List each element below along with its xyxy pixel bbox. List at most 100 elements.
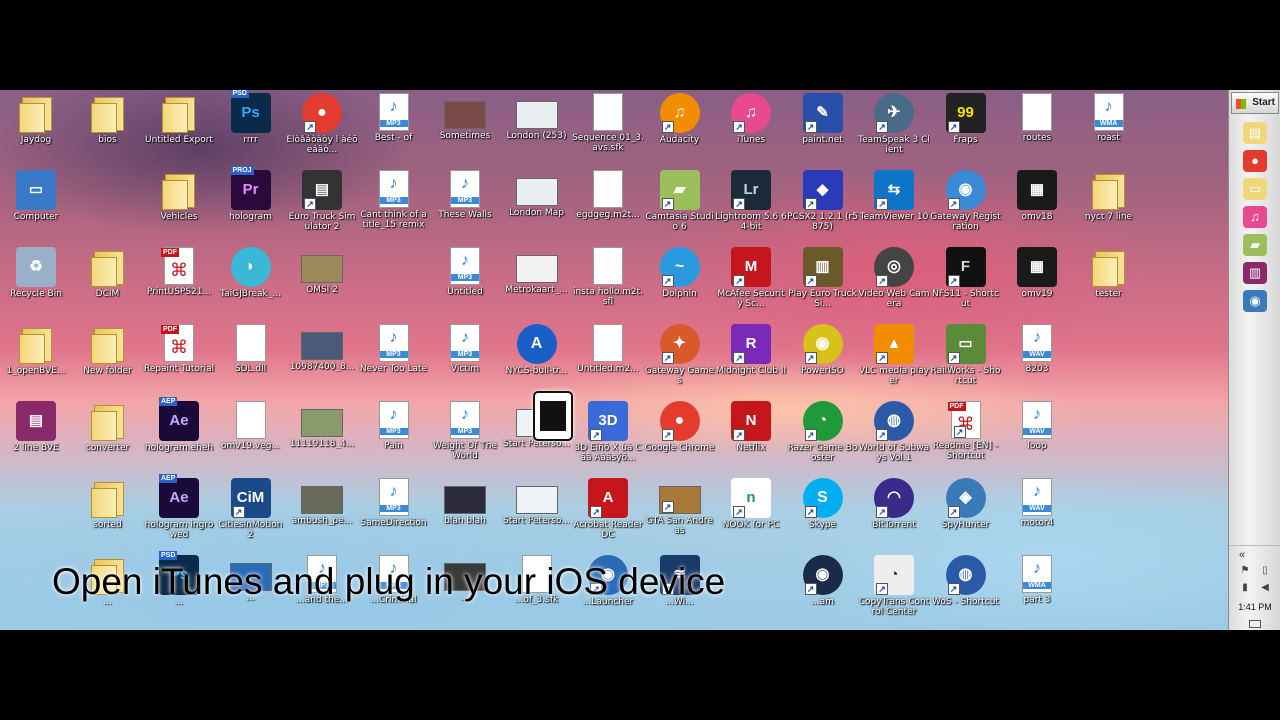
desktop-icon[interactable]: ● ↗ Google Chrome [644,401,716,477]
desktop-icon[interactable]: Sequence 01_3.avs.sfk [572,93,644,169]
desktop-icon[interactable]: ▦ omv18 [1001,170,1073,246]
power-icon[interactable]: ▯ [1259,565,1271,577]
desktop-icon[interactable]: ▤ ↗ Euro Truck Simulator 2 [286,170,358,246]
desktop-icon[interactable]: ◍ ↗ WoS - Shortcut [930,555,1002,630]
desktop-icon[interactable]: 1_openBVE... [0,324,72,400]
desktop-icon[interactable]: Jaydog [0,93,72,169]
desktop-icon[interactable]: ♪ WAV motor4 [1001,478,1073,554]
volume-icon[interactable]: ◀ [1259,582,1271,594]
desktop-icon[interactable]: sorted [72,478,144,554]
desktop-icon[interactable]: Ps PSD rrrr [215,90,287,169]
taskbar-item[interactable]: ◉ [1237,288,1273,314]
desktop-icon[interactable]: F ↗ NFS11 - Shortcut [930,247,1002,323]
desktop-icon[interactable]: ♪ MP3 Untitled [429,247,501,323]
desktop-icon[interactable]: ● ↗ Élòåáòàòy l àéöeáäò... [286,93,358,169]
desktop-icon[interactable]: Ae AEP hologram.eheh [143,397,215,477]
taskbar-item[interactable]: ● [1237,148,1273,174]
desktop-icon[interactable]: ♪ MP3 Best - of [358,93,430,169]
desktop-icon[interactable]: nyct 7 line [1073,170,1145,246]
desktop-icon[interactable]: bios [72,93,144,169]
desktop-icon[interactable]: ▤ 2 line BVE [0,401,72,477]
desktop-icon[interactable]: ♪ MP3 These Walls [429,170,501,246]
desktop-icon[interactable]: ♫ ↗ iTunes [715,93,787,169]
desktop-icon[interactable]: PDF ⌘ Repaint Tutorial [143,324,215,400]
desktop-icon[interactable]: converter [72,401,144,477]
desktop-icon[interactable]: ♪ MP3 Cant think of a title_15 remix [358,170,430,246]
taskbar-item[interactable]: ▥ [1237,260,1273,286]
taskbar-item[interactable]: ▰ [1237,232,1273,258]
desktop-icon[interactable]: London (253) [501,93,573,169]
desktop-icon[interactable]: ▭ ↗ RailWorks - Shortcut [930,324,1002,400]
desktop-icon[interactable]: ◆ ↗ PCSX2 1.2.1 (r5875) [787,170,859,246]
desktop-icon[interactable]: S ↗ Skype [787,478,859,554]
desktop-icon[interactable]: ✦ ↗ Gateway Games [644,324,716,400]
show-desktop-button[interactable] [1249,620,1261,628]
desktop-icon[interactable]: ◠ ↗ BitTorrent [858,478,930,554]
desktop-icon[interactable]: omv19.veg... [215,401,287,477]
desktop-icon[interactable]: ♪ WMA part 3 [1001,555,1073,630]
desktop-icon[interactable]: New folder [72,324,144,400]
desktop-icon[interactable]: OMSI 2 [286,247,358,323]
desktop-icon[interactable]: ✎ ↗ paint.net [787,93,859,169]
desktop-icon[interactable]: ♻ Recycle Bin [0,247,72,323]
desktop-icon[interactable]: London Map [501,170,573,246]
desktop-icon[interactable]: egdgeg.m2t... [572,170,644,246]
desktop-icon[interactable]: ▲ ↗ VLC media player [858,324,930,400]
desktop-icon[interactable]: ♪ WAV 8203 [1001,324,1073,400]
taskbar-item[interactable]: ▤ [1237,120,1273,146]
taskbar-item[interactable]: ♫ [1237,204,1273,230]
desktop-icon[interactable]: ♫ ↗ Audacity [644,93,716,169]
desktop-icon[interactable]: CiM ↗ CitiesInMotion 2 [215,478,287,554]
desktop-icon[interactable]: ▥ ↗ Play Euro Truck Si... [787,247,859,323]
desktop-icon[interactable]: Untitled.m2... [572,324,644,400]
desktop-icon[interactable]: ▰ ↗ Camtasia Studio 6 [644,170,716,246]
desktop-icon[interactable]: PDF ⌘ PrintUSPS21... [143,247,215,323]
desktop-icon[interactable]: A NYCS-bull-tr... [501,324,573,400]
desktop-icon[interactable]: ◔ ↗ Razer Game Booster [787,401,859,477]
desktop-icon[interactable]: N ↗ Netflix [715,401,787,477]
desktop-icon[interactable]: PDF ⌘ ↗ Readme [EN] - Shortcut [930,401,1002,477]
desktop-icon[interactable]: tester [1073,247,1145,323]
start-button[interactable]: Start [1231,92,1279,114]
desktop-icon[interactable]: Sometimes [429,93,501,169]
desktop-icon[interactable]: ◗ TaiGJBreak_... [215,247,287,323]
desktop-icon[interactable]: DCIM [72,247,144,323]
desktop-icon[interactable]: ♪ MP3 Weight Of The World [429,401,501,477]
desktop-icon[interactable]: ◉ ↗ PowerISO [787,324,859,400]
desktop-icon[interactable]: Metrokaart_... [501,247,573,323]
desktop-icon[interactable]: 3D ↗ 3D Éiñõ X ùà Cãã Aàäsýõ... [572,401,644,477]
desktop-icon[interactable]: ◔ ↗ CopyTrans Control Center [858,555,930,630]
desktop-icon[interactable]: blah blah [429,478,501,554]
desktop-icon[interactable]: ↗ GTA San Andreas [644,478,716,554]
desktop-icon[interactable]: R ↗ Midnight Club II [715,324,787,400]
desktop-icon[interactable]: ◉ ↗ ...am [787,555,859,630]
taskbar-item[interactable]: ▭ [1237,176,1273,202]
desktop-icon[interactable]: Lr ↗ Lightroom 5.6 64-bit [715,170,787,246]
desktop-icon[interactable]: n ↗ NOOK for PC [715,478,787,554]
desktop-icon[interactable]: SDL.dll [215,324,287,400]
desktop-icon[interactable]: Start Peterso... [501,478,573,554]
clock[interactable]: 1:41 PM [1229,602,1280,612]
desktop-icon[interactable]: ♪ WMA roast [1073,93,1145,169]
desktop-icon[interactable]: routes [1001,93,1073,169]
desktop-icon[interactable]: 11119118_4... [286,401,358,477]
desktop-icon[interactable]: Pr PROJ hologram [215,166,287,246]
desktop-icon[interactable]: ♪ MP3 Victim [429,324,501,400]
desktop-icon[interactable]: Untitled Export [143,93,215,169]
desktop-icon[interactable]: 99 ↗ Fraps [930,93,1002,169]
network-icon[interactable]: ▮ [1239,582,1251,594]
action-center-icon[interactable]: ⚑ [1239,565,1251,577]
desktop-icon[interactable]: M ↗ McAfee Security Sc... [715,247,787,323]
desktop-icon[interactable]: Ae AEP hologram ingrowed [143,474,215,554]
desktop-icon[interactable]: ♪ MP3 SameDirection [358,478,430,554]
desktop-icon[interactable]: ◉ ↗ Gateway Registration [930,170,1002,246]
desktop-icon[interactable]: Vehicles [143,170,215,246]
desktop-icon[interactable]: 10987400_8... [286,324,358,400]
desktop-icon[interactable]: ▭ Computer [0,170,72,246]
desktop-icon[interactable]: ⇆ ↗ TeamViewer 10 [858,170,930,246]
desktop-icon[interactable]: A ↗ Acrobat Reader DC [572,478,644,554]
desktop-icon[interactable]: ◍ ↗ World of Subways Vol.1 [858,401,930,477]
desktop-icon[interactable]: ◈ ↗ SpyHunter [930,478,1002,554]
desktop-icon[interactable]: ~ ↗ Dolphin [644,247,716,323]
desktop-icon[interactable]: ♪ WAV loop [1001,401,1073,477]
